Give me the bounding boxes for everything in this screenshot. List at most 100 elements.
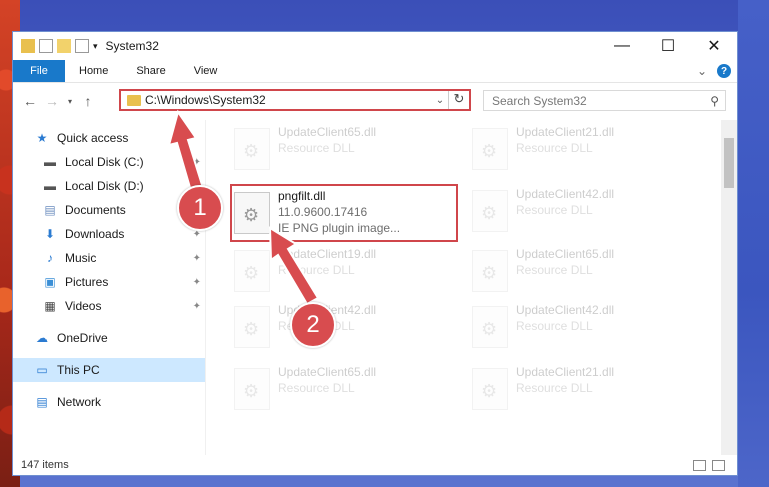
file-description: IE PNG plugin image... <box>278 221 401 235</box>
title-bar: ▾ System32 — ☐ ✕ <box>13 32 737 60</box>
up-icon[interactable]: ↑ <box>77 93 99 109</box>
file-name: UpdateClient21.dll <box>516 125 615 139</box>
sidebar-item-videos[interactable]: ▦ Videos ✦ <box>13 294 205 318</box>
file-list: ⚙ UpdateClient65.dll Resource DLL ⚙ Updat… <box>205 120 737 455</box>
recent-locations-icon[interactable]: ▾ <box>63 97 77 106</box>
sidebar-item-local-disk-c[interactable]: ▬ Local Disk (C:) ✦ <box>13 150 205 174</box>
pin-icon: ✦ <box>192 252 201 264</box>
sidebar-item-onedrive[interactable]: ☁ OneDrive <box>13 326 205 350</box>
file-tile[interactable]: ⚙ UpdateClient65.dll Resource DLL <box>234 364 454 416</box>
file-name: UpdateClient19.dll <box>278 247 377 261</box>
dll-file-icon: ⚙ <box>234 128 270 170</box>
music-icon: ♪ <box>47 251 53 265</box>
sidebar-item-label: This PC <box>57 363 100 377</box>
vertical-scrollbar[interactable] <box>721 120 737 455</box>
pin-icon: ✦ <box>192 300 201 312</box>
documents-icon: ▤ <box>44 203 56 217</box>
folder-icon <box>21 39 35 53</box>
sidebar-item-music[interactable]: ♪ Music ✦ <box>13 246 205 270</box>
refresh-icon[interactable]: ↻ <box>448 91 469 109</box>
sidebar-item-this-pc[interactable]: ▭ This PC <box>13 358 205 382</box>
file-tile[interactable]: ⚙ UpdateClient65.dll Resource DLL <box>472 246 692 298</box>
file-type: Resource DLL <box>278 141 355 155</box>
search-placeholder: Search System32 <box>492 93 587 108</box>
tab-file[interactable]: File <box>13 60 65 82</box>
file-tile-pngfilt[interactable]: ⚙ pngfilt.dll 11.0.9600.17416 IE PNG plugi… <box>230 184 458 242</box>
chevron-down-icon[interactable]: ▾ <box>93 41 98 52</box>
dll-file-icon: ⚙ <box>472 306 508 348</box>
address-path[interactable]: C:\Windows\System32 <box>145 93 432 107</box>
star-icon: ★ <box>36 131 48 145</box>
file-name: UpdateClient65.dll <box>278 125 377 139</box>
customize-icon[interactable] <box>75 39 89 53</box>
navigation-pane: ★ Quick access ▬ Local Disk (C:) ✦ ▬ Loc… <box>13 120 205 455</box>
maximize-button[interactable]: ☐ <box>645 32 691 60</box>
sidebar-item-label: Local Disk (D:) <box>65 179 144 193</box>
computer-icon: ▭ <box>36 363 48 377</box>
file-tile[interactable]: ⚙ UpdateClient42.dllResource DLL <box>472 186 692 238</box>
status-bar: 147 items <box>13 455 737 475</box>
sidebar-item-label: Music <box>65 251 97 265</box>
pictures-icon: ▣ <box>44 275 56 289</box>
forward-icon[interactable]: → <box>41 93 63 109</box>
dll-file-icon: ⚙ <box>234 306 270 348</box>
help-icon[interactable]: ? <box>717 64 731 78</box>
search-input[interactable]: Search System32 ⚲ <box>483 90 726 111</box>
explorer-window: ▾ System32 — ☐ ✕ File Home Share View ⌄ … <box>12 31 738 476</box>
tab-view[interactable]: View <box>180 60 232 82</box>
file-tile[interactable]: ⚙ UpdateClient42.dllResource DLL <box>234 302 454 354</box>
sidebar-item-label: OneDrive <box>57 331 108 345</box>
disk-icon: ▬ <box>44 179 56 193</box>
sidebar-item-network[interactable]: ▤ Network <box>13 390 205 414</box>
sidebar-item-label: Local Disk (C:) <box>65 155 144 169</box>
sidebar-item-pictures[interactable]: ▣ Pictures ✦ <box>13 270 205 294</box>
disk-icon: ▬ <box>44 155 56 169</box>
sidebar-item-label: Videos <box>65 299 102 313</box>
scrollbar-thumb[interactable] <box>724 138 734 188</box>
dll-file-icon: ⚙ <box>234 368 270 410</box>
dll-file-icon: ⚙ <box>472 368 508 410</box>
file-type: Resource DLL <box>516 381 593 395</box>
tab-home[interactable]: Home <box>65 60 122 82</box>
file-type: Resource DLL <box>278 381 355 395</box>
file-tile[interactable]: ⚙ UpdateClient65.dll Resource DLL <box>234 124 454 176</box>
ribbon: File Home Share View ⌄ ? <box>13 60 737 83</box>
desktop-wallpaper-right <box>738 0 769 487</box>
file-type: Resource DLL <box>516 141 593 155</box>
large-icons-view-icon[interactable] <box>712 459 725 471</box>
pin-icon: ✦ <box>192 156 201 168</box>
sidebar-item-local-disk-d[interactable]: ▬ Local Disk (D:) <box>13 174 205 198</box>
pin-icon: ✦ <box>192 276 201 288</box>
back-icon[interactable]: ← <box>19 93 41 109</box>
close-button[interactable]: ✕ <box>691 32 737 60</box>
file-type: Resource DLL <box>278 263 355 277</box>
dll-file-icon: ⚙ <box>472 128 508 170</box>
file-tile[interactable]: ⚙ UpdateClient42.dllResource DLL <box>472 302 692 354</box>
new-folder-icon[interactable] <box>57 39 71 53</box>
step-badge-1: 1 <box>177 185 223 231</box>
quick-access-toolbar: ▾ <box>13 39 98 53</box>
details-view-icon[interactable] <box>693 459 706 471</box>
tab-share[interactable]: Share <box>122 60 179 82</box>
properties-icon[interactable] <box>39 39 53 53</box>
sidebar-item-quick-access[interactable]: ★ Quick access <box>13 126 205 150</box>
file-tile[interactable]: ⚙ UpdateClient21.dll Resource DLL <box>472 124 692 176</box>
expand-ribbon-icon[interactable]: ⌄ <box>697 64 707 78</box>
chevron-down-icon[interactable]: ⌄ <box>432 95 448 106</box>
address-bar[interactable]: C:\Windows\System32 ⌄ ↻ <box>119 89 471 111</box>
file-type: Resource DLL <box>516 319 593 333</box>
dll-file-icon: ⚙ <box>472 190 508 232</box>
sidebar-item-label: Documents <box>65 203 126 217</box>
navigation-bar: ← → ▾ ↑ C:\Windows\System32 ⌄ ↻ Search S… <box>13 83 737 119</box>
sidebar-item-downloads[interactable]: ⬇ Downloads ✦ <box>13 222 205 246</box>
window-title: System32 <box>105 39 159 53</box>
file-name: UpdateClient65.dll <box>278 365 377 379</box>
dll-file-icon: ⚙ <box>234 250 270 292</box>
minimize-button[interactable]: — <box>599 32 645 60</box>
search-icon[interactable]: ⚲ <box>710 94 719 108</box>
item-count: 147 items <box>21 459 69 471</box>
file-type: Resource DLL <box>516 263 593 277</box>
file-tile[interactable]: ⚙ UpdateClient19.dll Resource DLL <box>234 246 454 298</box>
sidebar-item-label: Quick access <box>57 131 129 145</box>
file-tile[interactable]: ⚙ UpdateClient21.dll Resource DLL <box>472 364 692 416</box>
